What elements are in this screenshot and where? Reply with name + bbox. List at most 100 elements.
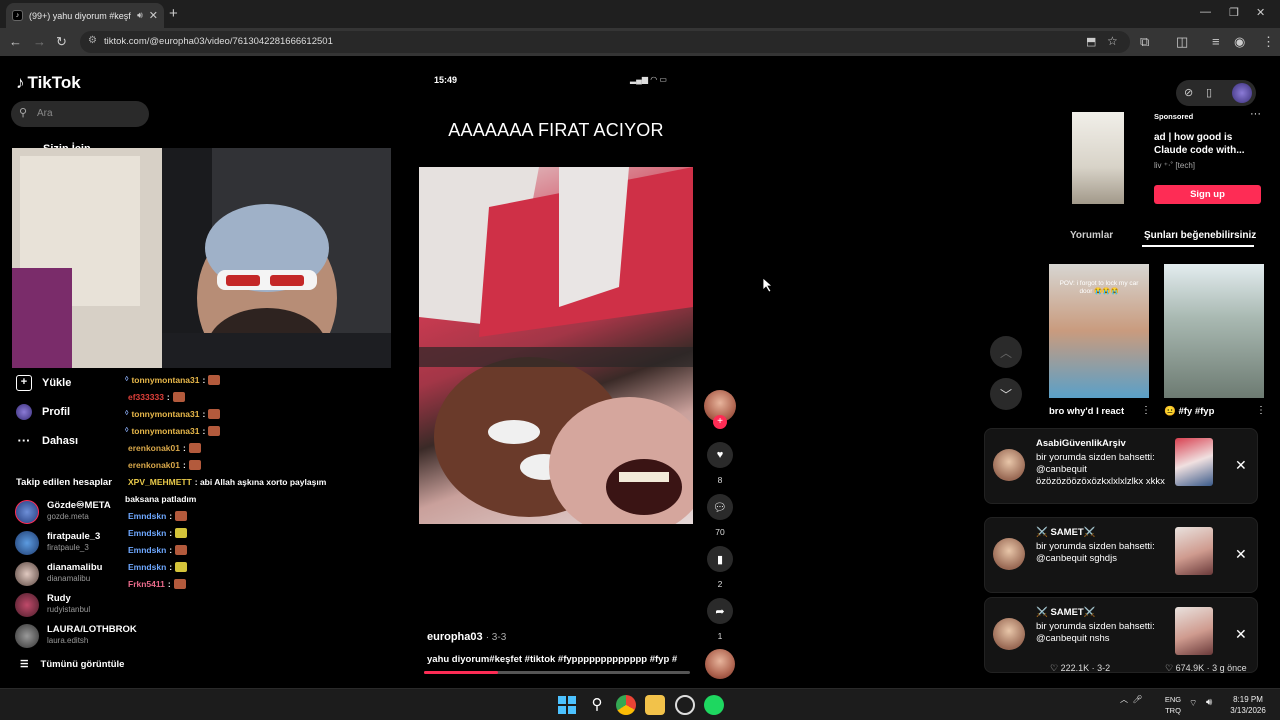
save-action[interactable]: ▮ 2: [707, 546, 733, 589]
search-input[interactable]: ⚲ Ara: [11, 101, 149, 127]
network-icon[interactable]: ⌔: [1189, 698, 1197, 709]
ad-more-icon[interactable]: ···: [1250, 108, 1261, 120]
install-icon[interactable]: ⬒: [1086, 35, 1096, 48]
chat-message: ef333333:: [125, 388, 385, 405]
thumb-more-icon[interactable]: ⋮: [1256, 405, 1266, 416]
sidebar-item-profile[interactable]: Profil: [16, 403, 70, 421]
tab-close-icon[interactable]: ✕: [149, 9, 158, 22]
video-description: yahu diyorum#keşfet #tiktok #fyppppppppp…: [427, 654, 678, 665]
suggested-video-thumb[interactable]: [1164, 264, 1264, 398]
close-icon[interactable]: ✕: [1235, 457, 1247, 474]
thumb-more-icon[interactable]: ⋮: [1141, 405, 1151, 416]
notification-sender: ⚔️ SAMET⚔️: [1036, 527, 1096, 538]
profile-icon[interactable]: ◉: [1234, 34, 1245, 50]
avatar: [993, 449, 1025, 481]
ad-title[interactable]: ad | how good is Claude code with...: [1154, 131, 1264, 157]
back-icon[interactable]: ←: [9, 34, 22, 49]
signup-button[interactable]: Sign up: [1154, 185, 1261, 204]
mouse-cursor-icon: [763, 278, 773, 292]
windows-taskbar: ⚲ ︿ 🎤︎ ENG TRQ ⌔ 🔊︎ 8:19 PM 3/13/2026: [0, 688, 1280, 720]
windows-start-icon[interactable]: [557, 695, 577, 715]
tiktok-page: ♪ TikTok ⚲ Ara Sizin İçin + Yükle Profil…: [0, 56, 1280, 688]
window-close-icon[interactable]: ✕: [1256, 6, 1265, 19]
see-all-following[interactable]: ☰ Tümünü görüntüle: [20, 659, 124, 670]
video-author[interactable]: europha03 · 3-3: [427, 631, 506, 643]
file-explorer-icon[interactable]: [645, 695, 665, 715]
sound-disc-icon[interactable]: [705, 649, 735, 679]
minimize-icon[interactable]: —: [1200, 6, 1211, 18]
tiktok-logo[interactable]: ♪ TikTok: [16, 73, 81, 93]
speaker-icon[interactable]: 🔊︎: [137, 10, 143, 21]
video-progress-bar[interactable]: [424, 671, 690, 674]
bookmark-star-icon[interactable]: ☆: [1107, 34, 1118, 48]
lang-line-2: TRQ: [1165, 706, 1181, 715]
like-action[interactable]: ♥ 8: [707, 442, 733, 485]
share-icon[interactable]: ➦: [707, 598, 733, 624]
browser-tab[interactable]: ♪ (99+) yahu diyorum #keşfet 🔊︎ ✕: [6, 3, 164, 28]
chat-text: :: [166, 391, 170, 402]
discover-icon[interactable]: ⊘: [1184, 86, 1193, 99]
avatar: [15, 531, 39, 555]
account-name: LAURA/LOTHBROK: [47, 624, 137, 635]
reading-list-icon[interactable]: ≡: [1212, 34, 1220, 49]
chat-message: ◊ tonnymontana31:: [125, 422, 385, 439]
scroll-down-icon[interactable]: ﹀: [990, 378, 1022, 410]
reload-icon[interactable]: ↻: [56, 34, 67, 50]
sidebar-item-more[interactable]: ··· Dahası: [16, 432, 79, 450]
following-header: Takip edilen hesaplar: [16, 477, 112, 488]
volume-icon[interactable]: 🔊︎: [1206, 697, 1212, 708]
system-tray[interactable]: ︿ 🎤︎: [1120, 694, 1143, 705]
search-icon: ⚲: [19, 107, 28, 119]
bookmark-icon[interactable]: ▮: [707, 546, 733, 572]
close-icon[interactable]: ✕: [1235, 626, 1247, 643]
mention-notification[interactable]: ⚔️ SAMET⚔️ bir yorumda sizden bahsetti: …: [984, 517, 1258, 593]
list-icon: ☰: [20, 659, 29, 670]
account-handle: gozde.meta: [47, 512, 89, 521]
video-player[interactable]: [419, 167, 693, 524]
chrome-icon[interactable]: [616, 695, 636, 715]
clock-time: 8:19 PM: [1233, 695, 1263, 704]
comment-icon[interactable]: 💬︎: [707, 494, 733, 520]
device-icon[interactable]: ▯: [1206, 86, 1212, 99]
site-info-icon[interactable]: ⚙: [88, 35, 97, 46]
search-icon[interactable]: ⚲: [587, 695, 607, 715]
extensions-icon[interactable]: ⧉: [1140, 34, 1149, 50]
forward-icon[interactable]: →: [33, 34, 46, 49]
chat-emote-icon: [172, 391, 185, 402]
suggested-video-caption[interactable]: 😐 #fy #fyp: [1164, 406, 1214, 417]
user-avatar[interactable]: [1232, 83, 1252, 103]
mention-notification[interactable]: AsabiGüvenlikArşiv bir yorumda sizden ba…: [984, 428, 1258, 504]
app-icon[interactable]: [675, 695, 695, 715]
split-view-icon[interactable]: ◫: [1176, 34, 1188, 50]
language-indicator[interactable]: ENG TRQ: [1164, 694, 1182, 716]
heart-icon[interactable]: ♥: [707, 442, 733, 468]
address-bar[interactable]: ⚙ tiktok.com/@europha03/video/7613042281…: [80, 31, 1130, 53]
account-name: Rudy: [47, 593, 71, 604]
menu-icon[interactable]: ⋮: [1262, 34, 1275, 50]
new-tab-icon[interactable]: +: [169, 5, 178, 22]
mention-notification[interactable]: ⚔️ SAMET⚔️ bir yorumda sizden bahsetti: …: [984, 597, 1258, 673]
notification-body: bir yorumda sizden bahsetti: @canbequit …: [1036, 621, 1155, 644]
tab-you-may-like[interactable]: Şunları beğenebilirsiniz: [1144, 230, 1256, 241]
restore-icon[interactable]: ❐: [1229, 6, 1239, 19]
spotify-icon[interactable]: [704, 695, 724, 715]
close-icon[interactable]: ✕: [1235, 546, 1247, 563]
suggested-video-thumb[interactable]: POV: i forgot to lock my car door 😭😭😭: [1049, 264, 1149, 398]
tab-comments[interactable]: Yorumlar: [1070, 230, 1113, 241]
chat-message: ◊ tonnymontana31:: [125, 405, 385, 422]
chat-message: Emndskn:: [125, 524, 385, 541]
phone-status-icons: ▂▄▆ ◠ ▭: [630, 75, 667, 84]
share-action[interactable]: ➦ 1: [707, 598, 733, 641]
follow-plus-icon[interactable]: +: [713, 415, 727, 429]
sidebar-item-upload[interactable]: + Yükle: [16, 374, 71, 392]
scroll-up-icon[interactable]: ︿: [990, 336, 1022, 368]
taskbar-clock[interactable]: 8:19 PM 3/13/2026: [1226, 694, 1270, 716]
chat-badge-icon: ◊: [125, 376, 129, 383]
ad-thumbnail[interactable]: [1072, 112, 1124, 204]
suggested-video-caption[interactable]: bro why'd I react: [1049, 406, 1124, 417]
notification-thumbnail: [1175, 607, 1213, 655]
video-date: · 3-3: [485, 632, 507, 643]
lang-line-1: ENG: [1164, 695, 1182, 704]
video-frame-image: [419, 167, 693, 524]
comment-action[interactable]: 💬︎ 70: [707, 494, 733, 537]
